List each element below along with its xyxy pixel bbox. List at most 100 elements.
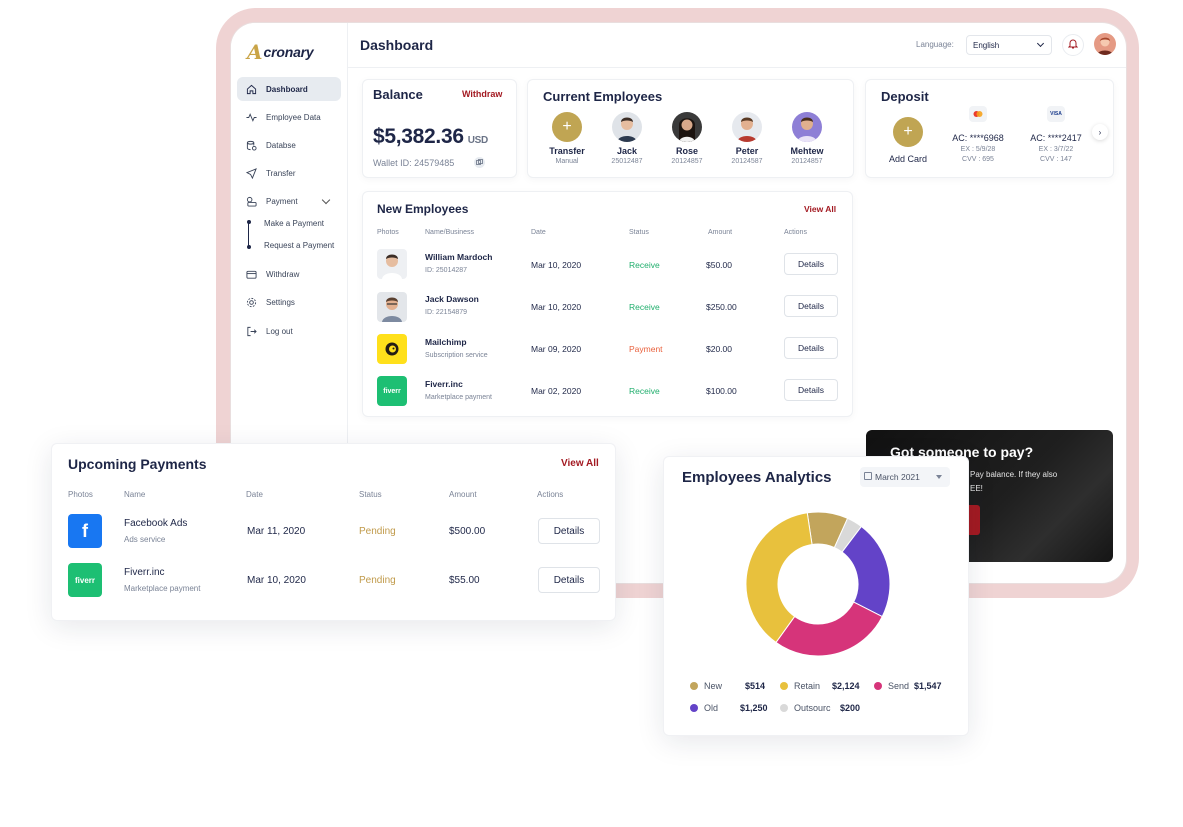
new-employees-title: New Employees <box>377 202 469 216</box>
deposit-title: Deposit <box>881 89 929 104</box>
status-badge: Payment <box>629 344 663 354</box>
chevron-down-icon <box>1036 39 1045 48</box>
new-employees-card: New Employees View All Photos Name/Busin… <box>362 191 853 417</box>
legend-retain: Retain <box>780 681 820 691</box>
sidebar-item-payment[interactable]: Payment <box>237 189 341 213</box>
sidebar-item-label: Dashboard <box>266 84 308 94</box>
details-button[interactable]: Details <box>784 337 838 359</box>
legend-outsource: Outsourc <box>780 703 831 713</box>
employee-name: Jack Dawson <box>425 294 479 304</box>
status-badge: Pending <box>359 575 396 586</box>
column-header: Name/Business <box>425 229 475 236</box>
send-icon <box>245 167 257 179</box>
sidebar-item-label: Settings <box>266 297 295 307</box>
copy-icon[interactable] <box>474 157 485 168</box>
column-header: Amount <box>708 229 733 236</box>
column-header: Actions <box>537 490 564 499</box>
card-cvv: CVV : 695 <box>962 156 994 163</box>
fiverr-icon: fiverr <box>68 563 102 597</box>
column-header: Date <box>246 490 263 499</box>
donut-segment-send <box>775 601 883 657</box>
legend-dot <box>690 704 698 712</box>
add-card-button[interactable]: + Add Card <box>880 117 936 164</box>
details-button[interactable]: Details <box>538 567 600 593</box>
legend-dot <box>690 682 698 690</box>
avatar[interactable] <box>1094 33 1116 55</box>
balance-amount: $5,382.36 USD <box>373 125 488 149</box>
legend-label: Outsourc <box>794 703 831 713</box>
payee-name: Facebook Ads <box>124 518 188 529</box>
language-select[interactable]: English <box>966 35 1052 55</box>
topbar: Dashboard Language: English <box>348 23 1126 68</box>
month-value: March 2021 <box>875 472 920 482</box>
legend-send: Send <box>874 681 909 691</box>
avatar <box>612 112 642 142</box>
legend-label: Send <box>888 681 910 691</box>
employee-id: 25012487 <box>611 158 643 165</box>
row-date: Mar 10, 2020 <box>531 302 582 312</box>
employee-mehtew[interactable]: Mehtew 20124857 <box>779 112 835 165</box>
employee-peter[interactable]: Peter 20124587 <box>719 112 775 165</box>
sidebar-item-label: Payment <box>266 196 298 206</box>
legend-value: $200 <box>840 703 861 713</box>
employee-transfer[interactable]: + Transfer Manual <box>539 112 595 165</box>
employee-name: Mehtew <box>790 146 824 156</box>
bell-icon <box>1067 36 1079 54</box>
employee-name: Jack <box>616 146 638 156</box>
employee-photo <box>377 292 407 322</box>
deposit-card-mastercard[interactable]: AC: ****6968 EX : 5/9/28 CVV : 695 <box>942 106 1014 163</box>
sidebar-item-dashboard[interactable]: Dashboard <box>237 77 341 101</box>
status-badge: Receive <box>629 260 660 270</box>
caret-down-icon <box>936 475 942 479</box>
fiverr-icon: fiverr <box>377 376 407 406</box>
view-all-link[interactable]: View All <box>804 204 836 214</box>
avatar <box>792 112 822 142</box>
analytics-donut-chart <box>745 511 891 657</box>
submenu-dot <box>246 245 251 249</box>
sidebar-subitem-make-payment[interactable]: Make a Payment <box>264 219 324 228</box>
employee-rose[interactable]: Rose 20124857 <box>659 112 715 165</box>
withdraw-link[interactable]: Withdraw <box>462 89 502 99</box>
sidebar-item-employee-data[interactable]: Employee Data <box>237 105 341 129</box>
activity-icon <box>245 111 257 123</box>
submenu-dot <box>246 220 251 224</box>
card-number: AC: ****2417 <box>1030 133 1082 143</box>
plus-icon: + <box>893 117 923 147</box>
details-button[interactable]: Details <box>784 253 838 275</box>
employee-sub: ID: 22154879 <box>425 309 468 316</box>
sidebar-item-withdraw[interactable]: Withdraw <box>237 262 341 286</box>
row-date: Mar 10, 2020 <box>531 260 582 270</box>
sidebar-subitem-request-payment[interactable]: Request a Payment <box>264 241 334 250</box>
chevron-right-icon[interactable]: › <box>1092 124 1108 140</box>
mailchimp-icon <box>377 334 407 364</box>
status-badge: Receive <box>629 386 660 396</box>
details-button[interactable]: Details <box>784 295 838 317</box>
employee-photo <box>377 249 407 279</box>
payee-sub: Ads service <box>124 535 166 544</box>
view-all-link[interactable]: View All <box>561 458 599 469</box>
employee-sub: Marketplace payment <box>425 394 492 401</box>
notification-button[interactable] <box>1062 34 1084 56</box>
wallet-icon <box>245 268 257 280</box>
month-select[interactable]: March 2021 <box>860 467 950 487</box>
employee-jack[interactable]: Jack 25012487 <box>599 112 655 165</box>
sidebar-item-transfer[interactable]: Transfer <box>237 161 341 185</box>
language-value: English <box>973 41 1000 50</box>
payee-sub: Marketplace payment <box>124 584 201 593</box>
row-date: Mar 09, 2020 <box>531 344 582 354</box>
sidebar-item-label: Withdraw <box>266 269 300 279</box>
sidebar-item-settings[interactable]: Settings <box>237 290 341 314</box>
sidebar-item-database[interactable]: Databse <box>237 133 341 157</box>
employee-id: 20124857 <box>671 158 703 165</box>
employee-name: Mailchimp <box>425 337 467 347</box>
status-badge: Pending <box>359 526 396 537</box>
deposit-card-visa[interactable]: VISA AC: ****2417 EX : 3/7/22 CVV : 147 <box>1020 106 1092 163</box>
details-button[interactable]: Details <box>784 379 838 401</box>
deposit-card: Deposit + Add Card AC: ****6968 EX : 5/9… <box>865 79 1114 178</box>
gear-icon <box>245 296 257 308</box>
logo-text: cronary <box>263 44 314 60</box>
employee-name: Rose <box>675 146 698 156</box>
sidebar-item-logout[interactable]: Log out <box>237 319 341 343</box>
payment-icon <box>245 195 257 207</box>
details-button[interactable]: Details <box>538 518 600 544</box>
